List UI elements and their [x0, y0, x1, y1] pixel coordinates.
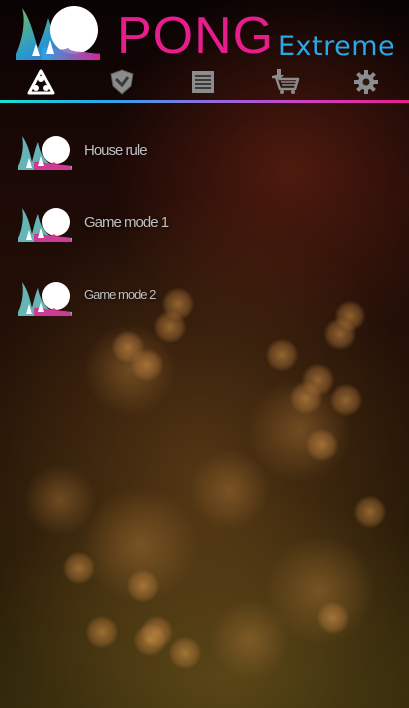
list-item-house-rule[interactable]: House rule	[0, 114, 409, 186]
pong-splash-icon	[18, 208, 72, 242]
app-header: PONG Extreme	[0, 0, 409, 68]
triangle-circles-icon	[27, 69, 55, 95]
gear-icon	[354, 70, 378, 94]
list-item-game-mode-2[interactable]: Game mode 2	[0, 260, 409, 332]
list-icon	[192, 71, 214, 93]
list-item-label: House rule	[84, 142, 148, 159]
toolbar-button-store[interactable]	[265, 66, 305, 98]
pong-splash-icon	[18, 282, 72, 316]
toolbar-divider	[0, 100, 409, 103]
toolbar-button-settings[interactable]	[346, 66, 386, 98]
app-title: PONG	[117, 7, 275, 65]
pong-splash-icon	[18, 136, 72, 170]
pong-splash-logo-icon	[16, 6, 100, 60]
list-item-label: Game mode 2	[84, 287, 156, 302]
toolbar-button-game-modes[interactable]	[21, 66, 61, 98]
shield-badge-icon	[110, 69, 134, 95]
cart-icon	[272, 69, 300, 94]
app-subtitle: Extreme	[278, 31, 396, 62]
main-toolbar	[0, 66, 409, 98]
list-item-label: Game mode 1	[84, 214, 169, 231]
bokeh-background	[24, 288, 386, 680]
app-screen: PONG Extreme House rule Game mode 1 Game…	[0, 0, 409, 708]
toolbar-button-leaderboard[interactable]	[183, 66, 223, 98]
list-item-game-mode-1[interactable]: Game mode 1	[0, 186, 409, 258]
toolbar-button-achievements[interactable]	[102, 66, 142, 98]
